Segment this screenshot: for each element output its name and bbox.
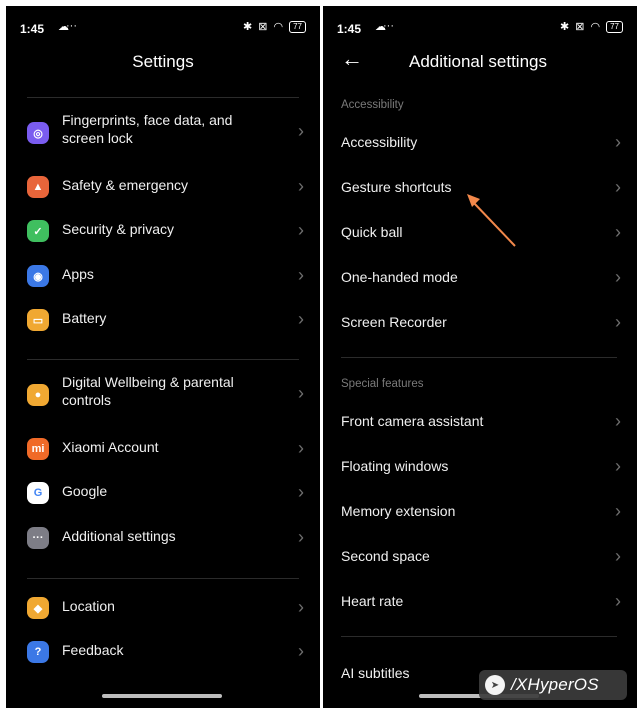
location-icon: ◆ bbox=[27, 597, 49, 619]
wellbeing-icon: ● bbox=[27, 384, 49, 406]
home-indicator[interactable] bbox=[102, 694, 222, 698]
chevron-right-icon: › bbox=[298, 309, 304, 329]
settings-item-fingerprint[interactable]: ◎ Fingerprints, face data, and screen loc… bbox=[6, 111, 320, 155]
annotation-arrow bbox=[467, 194, 516, 247]
apps-icon: ◉ bbox=[27, 265, 49, 287]
settings-item-label: Digital Wellbeing & parental controls bbox=[62, 374, 234, 408]
chevron-right-icon: › bbox=[298, 527, 304, 547]
settings-item-wellbeing[interactable]: ● Digital Wellbeing & parental controls › bbox=[6, 373, 320, 417]
xiaomi-icon: mi bbox=[27, 438, 49, 460]
shield-icon: ✓ bbox=[27, 220, 49, 242]
watermark-text: /XHyperOS bbox=[511, 675, 599, 694]
google-icon: G bbox=[27, 482, 49, 504]
settings-item-label: Security & privacy bbox=[62, 221, 175, 237]
fingerprint-icon: ◎ bbox=[27, 122, 49, 144]
settings-item-label: Battery bbox=[62, 310, 107, 326]
settings-item-label: Xiaomi Account bbox=[62, 439, 159, 455]
chevron-right-icon: › bbox=[298, 121, 304, 141]
battery-indicator: 77 bbox=[289, 21, 306, 33]
chevron-right-icon: › bbox=[298, 220, 304, 240]
settings-item-xiaomi[interactable]: mi Xiaomi Account › bbox=[6, 438, 320, 482]
status-time: 1:45 bbox=[20, 22, 45, 36]
chevron-right-icon: › bbox=[298, 482, 304, 502]
watermark: ➤ /XHyperOS bbox=[479, 670, 627, 700]
divider bbox=[27, 359, 299, 360]
settings-item-bell[interactable]: ▲ Safety & emergency › bbox=[6, 176, 320, 220]
settings-item-apps[interactable]: ◉ Apps › bbox=[6, 265, 320, 309]
divider bbox=[27, 578, 299, 579]
chevron-right-icon: › bbox=[298, 438, 304, 458]
settings-item-label: Additional settings bbox=[62, 528, 176, 544]
settings-item-location[interactable]: ◆ Location › bbox=[6, 597, 320, 641]
wifi-icon: ◠ bbox=[273, 20, 284, 33]
settings-item-feedback[interactable]: ? Feedback › bbox=[6, 641, 320, 685]
more-dots-icon: ··· bbox=[66, 20, 77, 32]
chevron-right-icon: › bbox=[298, 597, 304, 617]
settings-item-label: Safety & emergency bbox=[62, 177, 189, 193]
settings-item-label: Feedback bbox=[62, 642, 124, 658]
settings-item-label: Location bbox=[62, 598, 115, 614]
divider bbox=[27, 97, 299, 98]
bluetooth-icon: ✱ bbox=[243, 20, 253, 33]
additional-settings-screen: 1:45 ☁ ··· ✱ ⊠ ◠ 77 ← Additional setting… bbox=[323, 6, 637, 708]
settings-item-google[interactable]: G Google › bbox=[6, 482, 320, 526]
status-bar: 1:45 ☁ ··· ✱ ⊠ ◠ 77 bbox=[6, 6, 320, 40]
chevron-right-icon: › bbox=[298, 176, 304, 196]
chevron-right-icon: › bbox=[298, 641, 304, 661]
settings-item-battery[interactable]: ▭ Battery › bbox=[6, 309, 320, 353]
settings-item-shield[interactable]: ✓ Security & privacy › bbox=[6, 220, 320, 264]
settings-item-more[interactable]: ··· Additional settings › bbox=[6, 527, 320, 571]
battery-icon: ▭ bbox=[27, 309, 49, 331]
page-title: Settings bbox=[132, 52, 194, 71]
chevron-right-icon: › bbox=[298, 383, 304, 403]
settings-item-label: Apps bbox=[62, 266, 94, 282]
telegram-icon: ➤ bbox=[485, 675, 505, 695]
bell-icon: ▲ bbox=[27, 176, 49, 198]
settings-item-label: Fingerprints, face data, and screen lock bbox=[62, 112, 233, 146]
feedback-icon: ? bbox=[27, 641, 49, 663]
chevron-right-icon: › bbox=[298, 265, 304, 285]
settings-item-label: Google bbox=[62, 483, 108, 499]
settings-screen: 1:45 ☁ ··· ✱ ⊠ ◠ 77 Settings ◎ Fingerprin… bbox=[6, 6, 320, 708]
no-sim-icon: ⊠ bbox=[258, 20, 268, 33]
more-icon: ··· bbox=[27, 527, 49, 549]
